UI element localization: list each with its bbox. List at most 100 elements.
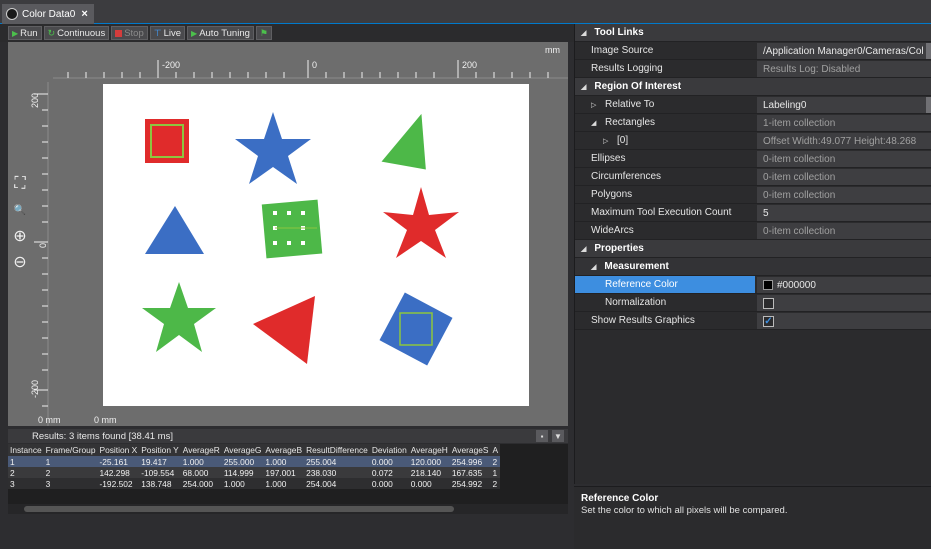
auto-tuning-button[interactable]: ▶ Auto Tuning: [187, 26, 254, 40]
table-row[interactable]: 2 2 142.298 -109.554 68.000 114.999 197.001 238…: [8, 467, 501, 478]
collapse-icon[interactable]: ◢: [591, 263, 596, 271]
category-properties[interactable]: ◢ Properties: [575, 240, 931, 258]
color-tool-icon: [6, 8, 18, 20]
property-max-execution-count[interactable]: Maximum Tool Execution Count 5: [575, 204, 931, 222]
tab-title: Color Data0: [22, 8, 76, 20]
collapse-icon[interactable]: ▼: [552, 430, 564, 442]
category-tool-links[interactable]: ◢ Tool Links: [575, 24, 931, 42]
table-cell: 0.000: [369, 456, 409, 467]
document-tab-bar: Color Data0 ×: [0, 0, 931, 24]
column-header[interactable]: A: [490, 444, 501, 456]
pin-icon[interactable]: ▪: [536, 430, 548, 442]
property-image-source[interactable]: Image Source /Application Manager0/Camer…: [575, 42, 931, 60]
description-title: Reference Color: [581, 493, 659, 504]
table-cell: 0.000: [369, 478, 409, 489]
table-cell: 142.298: [97, 467, 140, 478]
continuous-button[interactable]: ↻ Continuous: [43, 26, 110, 40]
column-header[interactable]: Deviation: [369, 444, 409, 456]
show-results-checkbox[interactable]: ✓: [763, 315, 774, 327]
table-row[interactable]: 1 1 -25.161 19.417 1.000 255.000 1.000 255.004 0…: [8, 456, 501, 467]
image-viewer[interactable]: mm -200 0 200 200 0 -200 ⛶ 🔍 ⊕ ⊖ 0 mm 0 …: [8, 42, 568, 426]
table-cell: 1.000: [221, 478, 264, 489]
zoom-in-icon[interactable]: ⊕: [10, 226, 30, 246]
polygons-value[interactable]: 0-item collection: [757, 187, 931, 203]
image-source-value[interactable]: /Application Manager0/Cameras/Col: [757, 43, 931, 59]
property-ellipses[interactable]: Ellipses 0-item collection: [575, 150, 931, 168]
max-execution-count-value[interactable]: 5: [757, 205, 931, 221]
ruler-top-label: 0: [312, 60, 318, 70]
table-cell: 19.417: [139, 456, 181, 467]
live-button[interactable]: ⊤ Live: [149, 26, 186, 40]
tab-color-data0[interactable]: Color Data0 ×: [2, 4, 94, 24]
table-cell: 2: [8, 467, 44, 478]
relative-to-value[interactable]: Labeling0: [757, 97, 931, 113]
rectangle-0-value[interactable]: Offset Width:49.077 Height:48.268: [757, 133, 931, 149]
zoom-100-icon[interactable]: 🔍: [10, 200, 30, 220]
table-cell: 0.000: [408, 478, 450, 489]
stop-button[interactable]: Stop: [111, 26, 148, 40]
column-header[interactable]: ResultDifference: [304, 444, 370, 456]
results-logging-value[interactable]: Results Log: Disabled: [757, 61, 931, 77]
widearcs-value[interactable]: 0-item collection: [757, 223, 931, 239]
property-normalization[interactable]: Normalization: [575, 294, 931, 312]
column-header[interactable]: Position Y: [139, 444, 181, 456]
table-row[interactable]: 3 3 -192.502 138.748 254.000 1.000 1.000 254.00…: [8, 478, 501, 489]
property-rectangles[interactable]: ◢ Rectangles 1-item collection: [575, 114, 931, 132]
column-header[interactable]: Instance: [8, 444, 44, 456]
property-results-logging[interactable]: Results Logging Results Log: Disabled: [575, 60, 931, 78]
fit-to-window-icon[interactable]: ⛶: [10, 174, 30, 194]
results-horizontal-scrollbar[interactable]: [8, 504, 568, 514]
column-header[interactable]: Position X: [97, 444, 140, 456]
results-table[interactable]: Instance Frame/Group Position X Position YA…: [8, 444, 568, 504]
category-region-of-interest[interactable]: ◢ Region Of Interest: [575, 78, 931, 96]
property-polygons[interactable]: Polygons 0-item collection: [575, 186, 931, 204]
column-header[interactable]: AverageB: [263, 444, 305, 456]
property-relative-to[interactable]: ▷ Relative To Labeling0: [575, 96, 931, 114]
category-label: Region Of Interest: [594, 81, 682, 92]
table-cell: 1.000: [263, 478, 305, 489]
column-header[interactable]: AverageG: [221, 444, 264, 456]
collapse-icon[interactable]: ◢: [581, 29, 586, 37]
collapse-icon[interactable]: ◢: [581, 83, 586, 91]
property-grid: ◢ Tool Links Image Source /Application M…: [574, 24, 931, 484]
color-hex: #000000: [777, 279, 816, 291]
image-canvas[interactable]: [103, 84, 529, 406]
property-show-results-graphics[interactable]: Show Results Graphics ✓: [575, 312, 931, 330]
reference-color-value[interactable]: #000000: [757, 277, 931, 293]
property-label: Results Logging: [591, 63, 663, 74]
green-square: [261, 199, 323, 259]
column-header[interactable]: AverageS: [449, 444, 491, 456]
expand-icon[interactable]: ▷: [603, 137, 611, 145]
expand-icon[interactable]: ▷: [591, 101, 599, 109]
column-header[interactable]: AverageR: [180, 444, 222, 456]
table-cell: 68.000: [180, 467, 222, 478]
ruler-top-label: -200: [162, 60, 181, 70]
results-header-row: Instance Frame/Group Position X Position YA…: [8, 444, 501, 456]
circumferences-value[interactable]: 0-item collection: [757, 169, 931, 185]
ellipses-value[interactable]: 0-item collection: [757, 151, 931, 167]
color-swatch[interactable]: [763, 280, 773, 290]
collapse-icon[interactable]: ◢: [591, 119, 599, 127]
rectangles-value[interactable]: 1-item collection: [757, 115, 931, 131]
column-header[interactable]: Frame/Group: [43, 444, 98, 456]
run-button[interactable]: ▶ Run: [8, 26, 42, 40]
category-measurement[interactable]: ◢ Measurement: [575, 258, 931, 276]
property-rectangle-0[interactable]: ▷ [0] Offset Width:49.077 Height:48.268: [575, 132, 931, 150]
horizontal-ruler: mm -200 0 200: [8, 42, 568, 82]
collapse-icon[interactable]: ◢: [581, 245, 586, 253]
property-circumferences[interactable]: Circumferences 0-item collection: [575, 168, 931, 186]
property-label: Relative To: [605, 99, 655, 110]
table-cell: 1: [8, 456, 44, 467]
scrollbar-thumb[interactable]: [24, 506, 454, 512]
property-reference-color[interactable]: Reference Color #000000: [575, 276, 931, 294]
table-cell: -25.161: [97, 456, 140, 467]
flag-button[interactable]: ⚑: [255, 26, 272, 40]
table-cell: 1.000: [180, 456, 222, 467]
normalization-checkbox[interactable]: [763, 297, 774, 309]
property-widearcs[interactable]: WideArcs 0-item collection: [575, 222, 931, 240]
category-label: Properties: [594, 243, 644, 254]
close-icon[interactable]: ×: [81, 8, 87, 20]
column-header[interactable]: AverageH: [408, 444, 450, 456]
live-label: Live: [163, 27, 182, 39]
zoom-out-icon[interactable]: ⊖: [10, 252, 30, 272]
